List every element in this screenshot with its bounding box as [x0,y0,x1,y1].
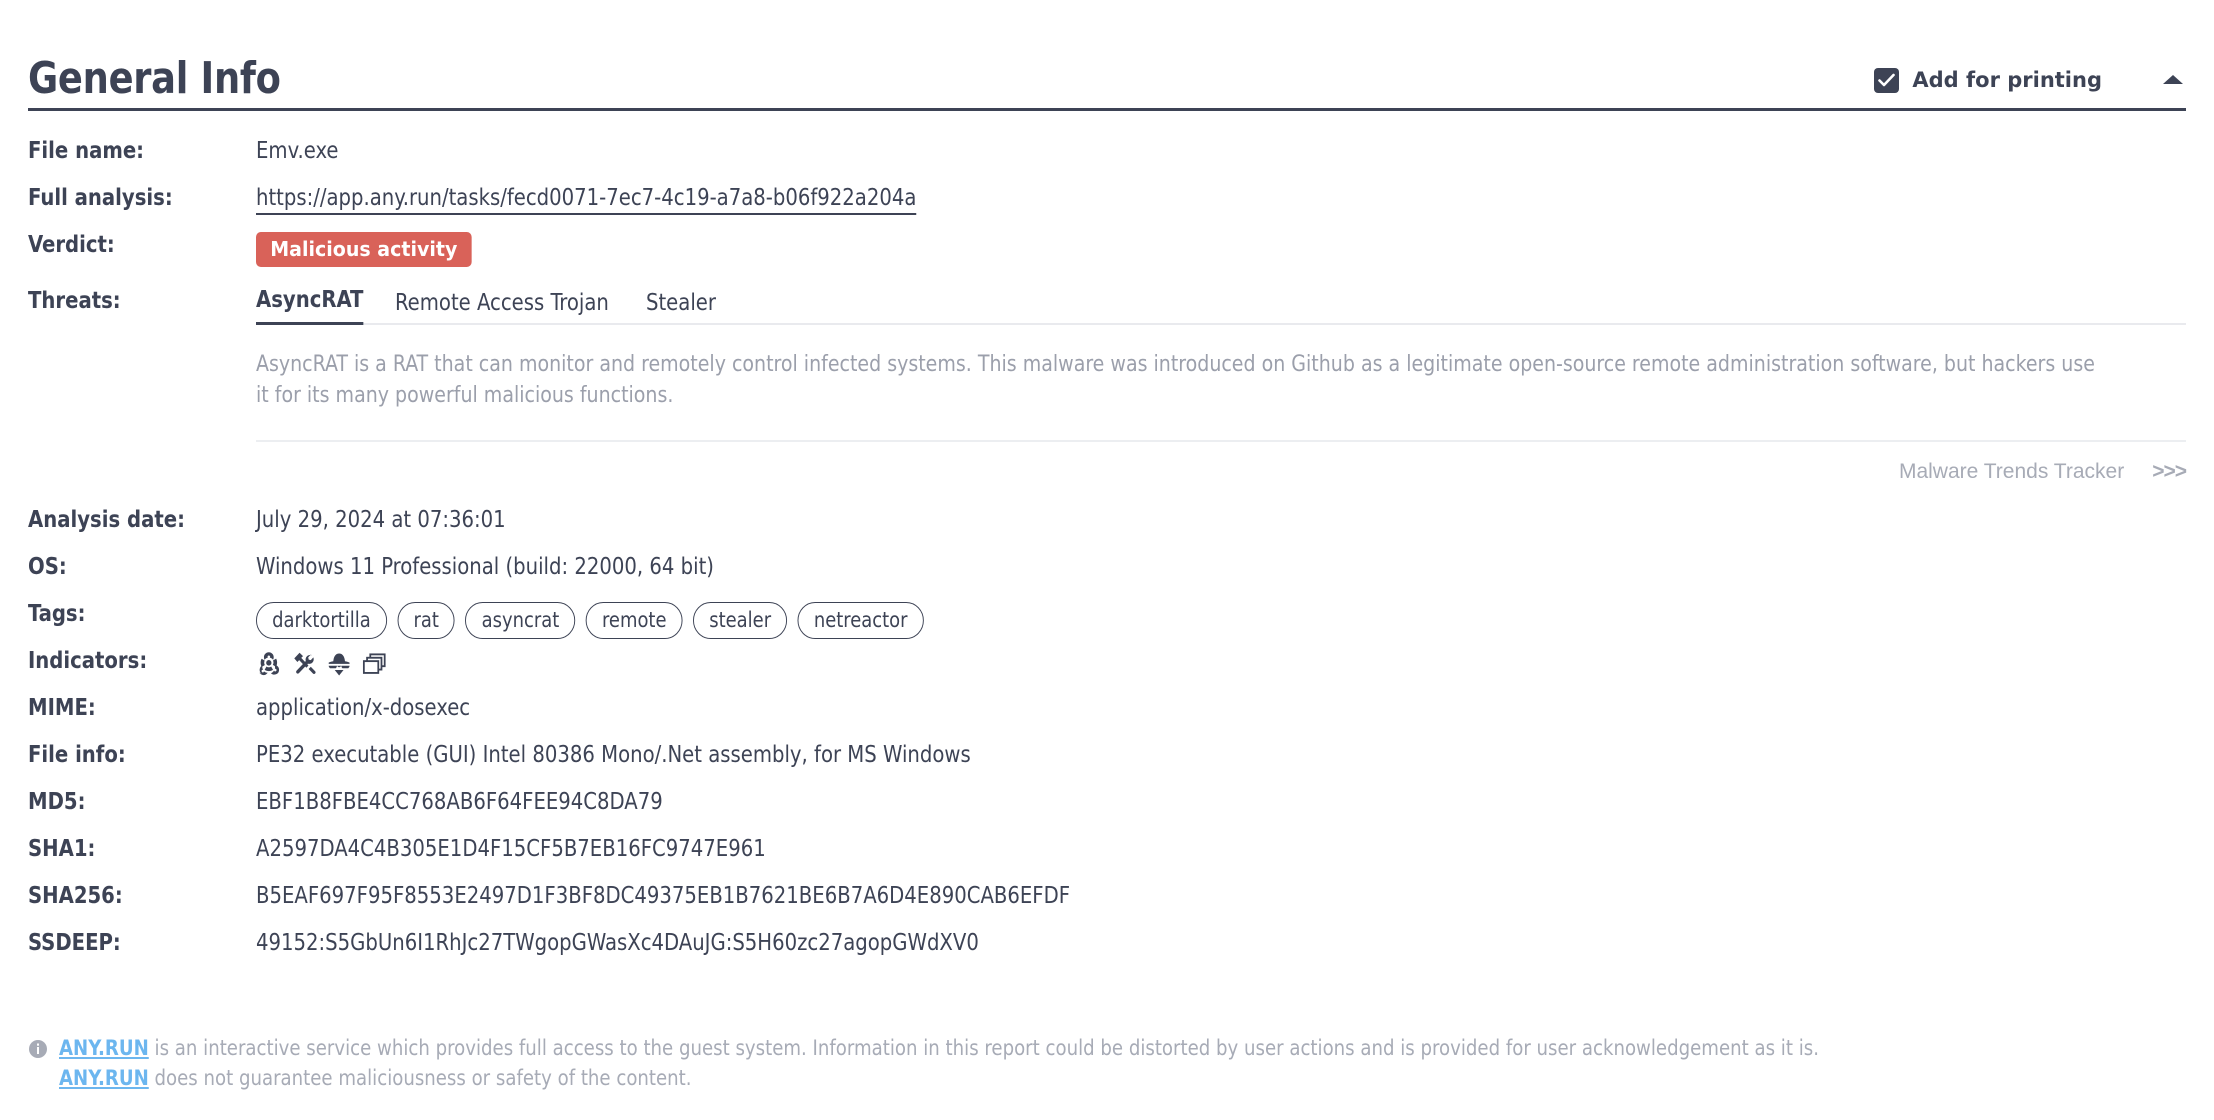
full-analysis-label: Full analysis: [28,185,173,212]
analysis-date-value: July 29, 2024 at 07:36:01 [256,506,506,533]
os-value: Windows 11 Professional (build: 22000, 6… [256,553,714,580]
add-for-printing-checkbox[interactable] [1874,67,1900,93]
mime-value: application/x-dosexec [256,694,471,721]
disclaimer-sentence-2: does not guarantee maliciousness or safe… [148,1066,692,1091]
row-analysis-date: Analysis date: July 29, 2024 at 07:36:01 [28,502,2186,549]
threats-label: Threats: [28,288,121,315]
tag-item[interactable]: rat [397,601,456,639]
status-badge: Malicious activity [256,232,472,268]
threats-body: AsyncRAT Remote Access Trojan Stealer As… [256,283,2187,484]
tag-item[interactable]: netreactor [797,601,924,639]
row-file-info: File info: PE32 executable (GUI) Intel 8… [28,737,2186,784]
header-controls: Add for printing [1874,67,2186,102]
analysis-date-label: Analysis date: [28,506,185,533]
file-name-label: File name: [28,138,145,165]
disclaimer-footer: ANY.RUN is an interactive service which … [28,1034,2186,1094]
tags-value: darktortilla rat asyncrat remote stealer… [256,596,2090,639]
os-label: OS: [28,553,67,580]
row-file-name: File name: Emv.exe [28,133,2186,180]
row-threats: Threats: AsyncRAT Remote Access Trojan S… [28,283,2187,484]
malware-trends-tracker-link[interactable]: Malware Trends Tracker [1899,460,2124,484]
tag-list: darktortilla rat asyncrat remote stealer… [256,601,2090,639]
info-glyph [29,1040,47,1059]
general-info-panel: General Info Add for printing File name:… [0,0,2214,1120]
tag-item[interactable]: asyncrat [465,601,576,639]
row-sha256: SHA256: B5EAF697F95F8553E2497D1F3BF8DC49… [28,878,2186,925]
mime-label: MIME: [28,694,96,721]
biohazard-icon[interactable] [256,651,282,678]
indicator-list [256,648,2090,678]
chevron-up-icon[interactable] [2160,67,2186,93]
file-name-value: Emv.exe [256,138,339,165]
sha256-label: SHA256: [28,882,123,909]
disclaimer-text: ANY.RUN is an interactive service which … [59,1034,1819,1094]
info-icon [28,1034,48,1064]
row-tags: Tags: darktortilla rat asyncrat remote s… [28,596,2186,643]
sha1-label: SHA1: [28,835,96,862]
verdict-label: Verdict: [28,232,115,259]
anyrun-link-2[interactable]: ANY.RUN [59,1066,149,1090]
spy-icon[interactable] [326,651,352,678]
tags-label: Tags: [28,600,86,627]
check-icon [1878,73,1896,86]
malware-trends-bar: Malware Trends Tracker >>> [256,439,2187,484]
info-rows: File name: Emv.exe Full analysis: https:… [28,111,2187,972]
row-mime: MIME: application/x-dosexec [28,690,2186,737]
add-for-printing-toggle[interactable]: Add for printing [1874,67,2102,93]
threat-description: AsyncRAT is a RAT that can monitor and r… [256,352,2095,409]
file-info-value: PE32 executable (GUI) Intel 80386 Mono/.… [256,741,971,768]
windows-stack-icon[interactable] [361,651,387,678]
disclaimer-sentence-1: is an interactive service which provides… [148,1036,1819,1061]
file-info-label: File info: [28,741,126,768]
row-indicators: Indicators: [28,643,2186,690]
tag-item[interactable]: remote [585,601,683,639]
tab-stealer[interactable]: Stealer [646,286,716,325]
full-analysis-link[interactable]: https://app.any.run/tasks/fecd0071-7ec7-… [256,185,917,216]
full-analysis-value: https://app.any.run/tasks/fecd0071-7ec7-… [256,180,2090,216]
row-os: OS: Windows 11 Professional (build: 2200… [28,549,2186,596]
tools-icon[interactable] [291,651,317,678]
anyrun-link-1[interactable]: ANY.RUN [59,1036,149,1060]
tag-item[interactable]: stealer [693,601,788,639]
tab-remote-access-trojan[interactable]: Remote Access Trojan [395,286,609,325]
md5-label: MD5: [28,788,86,815]
threat-tabs: AsyncRAT Remote Access Trojan Stealer [256,283,2186,326]
verdict-value: Malicious activity [256,227,2090,268]
tag-item[interactable]: darktortilla [256,601,387,639]
ssdeep-value: 49152:S5GbUn6I1RhJc27TWgopGWasXc4DAuJG:S… [256,929,979,956]
indicators-label: Indicators: [28,647,148,674]
row-md5: MD5: EBF1B8FBE4CC768AB6F64FEE94C8DA79 [28,784,2186,831]
indicators-value [256,643,2090,678]
page-title: General Info [28,53,281,104]
sha256-value: B5EAF697F95F8553E2497D1F3BF8DC49375EB1B7… [256,882,1071,909]
tab-asyncrat[interactable]: AsyncRAT [256,283,364,326]
add-for-printing-label: Add for printing [1912,68,2102,93]
arrows-right-icon[interactable]: >>> [2152,460,2187,484]
panel-header: General Info Add for printing [28,0,2186,112]
ssdeep-label: SSDEEP: [28,929,121,956]
row-sha1: SHA1: A2597DA4C4B305E1D4F15CF5B7EB16FC97… [28,831,2186,878]
sha1-value: A2597DA4C4B305E1D4F15CF5B7EB16FC9747E961 [256,835,766,862]
row-full-analysis: Full analysis: https://app.any.run/tasks… [28,180,2186,227]
row-ssdeep: SSDEEP: 49152:S5GbUn6I1RhJc27TWgopGWasXc… [28,925,2186,972]
chevron-up-glyph [2163,75,2183,85]
row-verdict: Verdict: Malicious activity [28,227,2186,283]
md5-value: EBF1B8FBE4CC768AB6F64FEE94C8DA79 [256,788,663,815]
